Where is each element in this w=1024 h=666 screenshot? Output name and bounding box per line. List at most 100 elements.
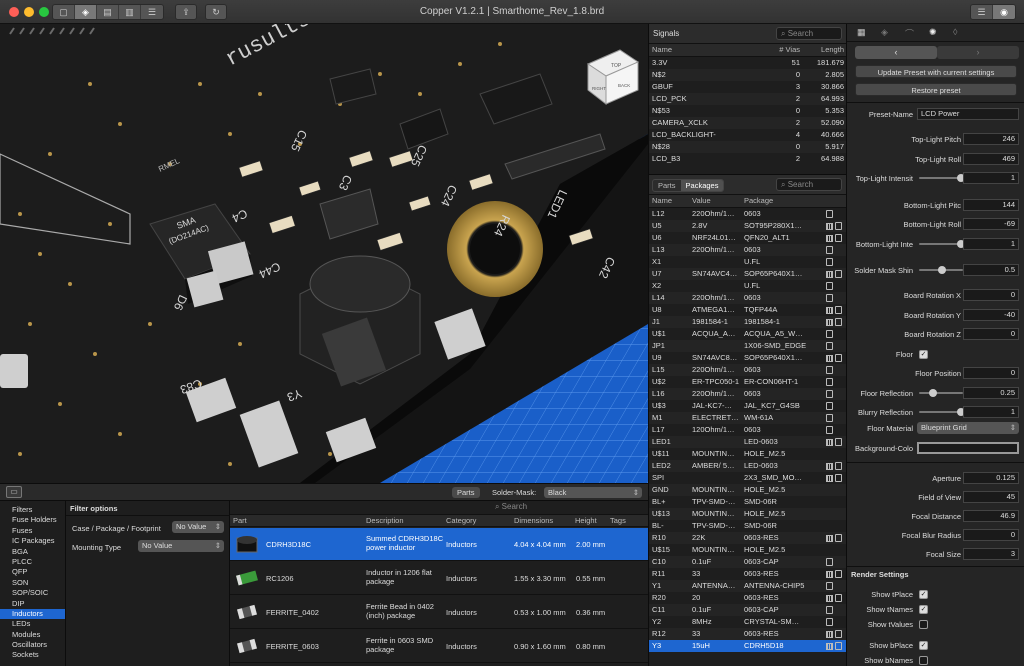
field-value[interactable]: 0.5 <box>963 264 1019 276</box>
trash-icon[interactable] <box>826 210 833 219</box>
render-checkbox[interactable] <box>919 620 928 629</box>
trash-icon[interactable] <box>835 474 842 483</box>
category-item[interactable]: SON <box>0 578 65 588</box>
part-row[interactable]: U9 SN74AVC8… SOP65P640X1… <box>649 352 847 364</box>
category-item[interactable]: DIP <box>0 599 65 609</box>
category-item[interactable]: Inductors <box>0 608 65 620</box>
col-category[interactable]: Category <box>446 515 476 527</box>
bulb-icon[interactable]: ✺ <box>929 27 937 38</box>
trash-icon[interactable] <box>835 534 842 543</box>
part-row[interactable]: L14 220Ohm/1… 0603 <box>649 292 847 304</box>
signal-row[interactable]: 3.3V 51 181.679 <box>649 57 847 70</box>
part-row[interactable]: U$13 MOUNTIN… HOLE_M2.5 <box>649 508 847 520</box>
trash-icon[interactable] <box>835 318 842 327</box>
trash-icon[interactable] <box>826 246 833 255</box>
field-value[interactable]: 144 <box>963 199 1019 211</box>
preset-name-field[interactable]: LCD Power <box>917 108 1019 120</box>
trash-icon[interactable] <box>835 642 842 651</box>
signal-row[interactable]: N$53 0 5.353 <box>649 105 847 117</box>
part-row[interactable]: X1 U.FL <box>649 256 847 268</box>
menu-icon[interactable]: ☰ <box>971 5 993 19</box>
part-row[interactable]: L13 220Ohm/1… 0603 <box>649 244 847 256</box>
library-row[interactable]: FERRITE_0603 Ferrite in 0603 SMD package I… <box>230 630 648 663</box>
trash-icon[interactable] <box>835 462 842 471</box>
part-row[interactable]: Y3 15uH CDRH5D18 <box>649 640 847 652</box>
part-row[interactable]: L17 120Ohm/1… 0603 <box>649 424 847 436</box>
col-tags[interactable]: Tags <box>610 515 626 527</box>
trash-icon[interactable] <box>826 330 833 339</box>
slider-knob[interactable] <box>938 266 946 274</box>
field-value[interactable]: 46.9 <box>963 510 1019 522</box>
category-item[interactable]: LEDs <box>0 619 65 629</box>
library-row[interactable]: CDRH3D18C Summed CDRH3D18C power inductor… <box>230 528 648 561</box>
category-item[interactable]: SOP/SOIC <box>0 588 65 598</box>
col-name[interactable]: Name <box>649 195 689 208</box>
field-slider[interactable] <box>919 266 963 274</box>
col-length[interactable]: Length <box>803 44 847 57</box>
part-row[interactable]: L16 220Ohm/1… 0603 <box>649 388 847 400</box>
trash-icon[interactable] <box>826 294 833 303</box>
trash-icon[interactable] <box>826 390 833 399</box>
tab-packages[interactable]: Packages <box>680 180 724 191</box>
part-row[interactable]: R11 33 0603-RES <box>649 568 847 580</box>
category-item[interactable]: IC Packages <box>0 536 65 546</box>
part-row[interactable]: Y2 8MHz CRYSTAL-SM… <box>649 616 847 628</box>
category-item[interactable]: Oscillators <box>0 640 65 650</box>
trash-icon[interactable] <box>835 222 842 231</box>
layers-icon[interactable]: ◈ <box>881 27 888 38</box>
3d-viewport[interactable]: rusults.com RMEL SMA (DO214AC) <box>0 24 648 483</box>
part-row[interactable]: LED2 AMBER/ 5… LED-0603 <box>649 460 847 472</box>
update-preset-button[interactable]: Update Preset with current settings <box>855 65 1017 78</box>
part-row[interactable]: U$11 MOUNTIN… HOLE_M2.5 <box>649 448 847 460</box>
trash-icon[interactable] <box>835 234 842 243</box>
field-value[interactable]: 246 <box>963 133 1019 145</box>
field-value[interactable]: 0 <box>963 367 1019 379</box>
part-row[interactable]: U$3 JAL-KC7-… JAL_KC7_G4SB <box>649 400 847 412</box>
trash-icon[interactable] <box>826 402 833 411</box>
signal-row[interactable]: LCD_BACKLIGHT- 4 40.666 <box>649 129 847 141</box>
col-vias[interactable]: # Vias <box>761 44 803 57</box>
next-preset-button[interactable]: › <box>937 46 1019 59</box>
parts-search-input[interactable]: ⌕ Search <box>776 178 842 191</box>
part-row[interactable]: BL+ TPV-SMD-… SMD-06R <box>649 496 847 508</box>
field-value[interactable]: 0 <box>963 328 1019 340</box>
trash-icon[interactable] <box>826 606 833 615</box>
curve-icon[interactable]: ⌒ <box>905 27 914 40</box>
category-item[interactable]: QFP <box>0 567 65 577</box>
part-row[interactable]: C11 0.1uF 0603-CAP <box>649 604 847 616</box>
part-row[interactable]: LED1 LED-0603 <box>649 436 847 448</box>
trash-icon[interactable] <box>826 414 833 423</box>
part-row[interactable]: X2 U.FL <box>649 280 847 292</box>
part-row[interactable]: R12 33 0603-RES <box>649 628 847 640</box>
trash-icon[interactable] <box>835 354 842 363</box>
signal-row[interactable]: CAMERA_XCLK 2 52.090 <box>649 117 847 129</box>
signal-row[interactable]: N$2 0 2.805 <box>649 69 847 81</box>
part-row[interactable]: R20 20 0603-RES <box>649 592 847 604</box>
trash-icon[interactable] <box>826 258 833 267</box>
solder-mask-select[interactable]: Black <box>544 487 642 498</box>
filter-mount-select[interactable]: No Value <box>138 540 224 552</box>
trash-icon[interactable] <box>835 570 842 579</box>
category-item[interactable]: Modules <box>0 630 65 640</box>
part-row[interactable]: BL- TPV-SMD-… SMD-06R <box>649 520 847 532</box>
signal-row[interactable]: GBUF 3 30.866 <box>649 81 847 93</box>
signal-row[interactable]: LCD_B3 2 64.988 <box>649 153 847 165</box>
signal-row[interactable]: LCD_PCK 2 64.993 <box>649 93 847 105</box>
trash-icon[interactable] <box>835 594 842 603</box>
field-value[interactable]: 469 <box>963 153 1019 165</box>
col-package[interactable]: Package <box>741 195 823 208</box>
prev-preset-button[interactable]: ‹ <box>855 46 937 59</box>
col-value[interactable]: Value <box>689 195 741 208</box>
render-checkbox[interactable] <box>919 656 928 665</box>
field-value[interactable]: 0 <box>963 529 1019 541</box>
field-value[interactable]: 0.125 <box>963 472 1019 484</box>
field-value[interactable]: 0.25 <box>963 387 1019 399</box>
field-slider[interactable] <box>919 389 963 397</box>
part-row[interactable]: U$15 MOUNTIN… HOLE_M2.5 <box>649 544 847 556</box>
field-slider[interactable] <box>919 408 965 416</box>
parts-toggle-button[interactable]: Parts <box>452 487 480 498</box>
render-checkbox[interactable]: ✓ <box>919 590 928 599</box>
trash-icon[interactable] <box>835 630 842 639</box>
part-row[interactable]: U6 NRF24L01… QFN20_ALT1 <box>649 232 847 244</box>
eye-icon[interactable]: ◉ <box>993 5 1015 19</box>
